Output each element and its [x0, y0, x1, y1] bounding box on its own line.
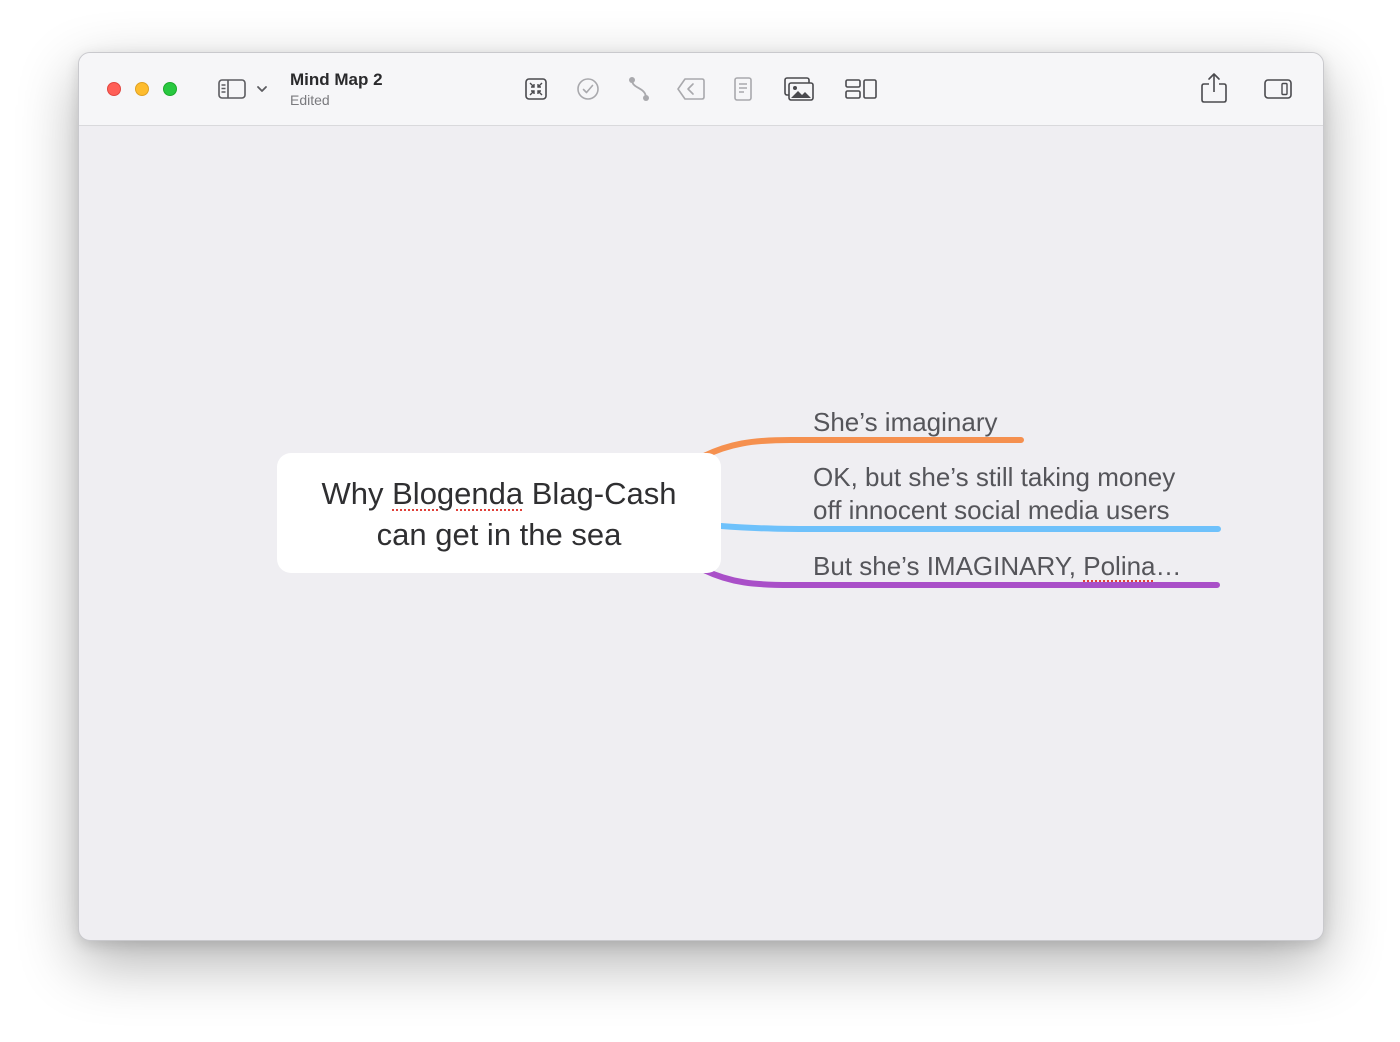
branch-line-1 — [701, 437, 1024, 459]
inspector-icon[interactable] — [1264, 79, 1292, 99]
toolbar: Mind Map 2 Edited — [79, 53, 1323, 126]
central-topic-node[interactable]: Why Blogenda Blag-Cash can get in the se… — [277, 453, 721, 573]
share-icon[interactable] — [1200, 72, 1228, 104]
image-icon[interactable] — [783, 76, 815, 102]
sidebar-icon[interactable] — [218, 79, 246, 99]
notes-icon[interactable] — [733, 76, 753, 102]
branch-topic-3-misspelled-word: Polina — [1083, 551, 1156, 581]
chevron-down-icon[interactable] — [256, 84, 268, 94]
branch-topic-2-line-2: off innocent social media users — [813, 495, 1170, 525]
document-title[interactable]: Mind Map 2 — [290, 70, 383, 90]
central-topic-line-2: can get in the sea — [376, 517, 622, 552]
branch-topic-1-text: She’s imaginary — [813, 407, 998, 437]
outline-icon[interactable] — [844, 78, 878, 100]
app-window: Mind Map 2 Edited Why Blogenda Blag-Cash… — [78, 52, 1324, 941]
focus-icon[interactable] — [524, 77, 548, 101]
central-topic-text-a: Why — [321, 476, 393, 511]
mindmap-canvas[interactable]: Why Blogenda Blag-Cash can get in the se… — [79, 126, 1323, 940]
branch-topic-2[interactable]: OK, but she’s still taking money off inn… — [813, 461, 1175, 527]
document-status: Edited — [290, 92, 330, 108]
branch-topic-3-text-b: … — [1155, 551, 1182, 581]
maximize-window-button[interactable] — [163, 82, 177, 96]
connection-icon[interactable] — [627, 75, 653, 103]
collapse-icon[interactable] — [676, 77, 706, 101]
branch-topic-3-text-a: But she’s IMAGINARY, — [813, 551, 1084, 581]
branch-topic-2-line-1: OK, but she’s still taking money — [813, 462, 1176, 492]
central-topic-text-b: Blag-Cash — [523, 476, 677, 511]
close-window-button[interactable] — [107, 82, 121, 96]
central-topic-misspelled-word: Blogenda — [392, 476, 524, 511]
minimize-window-button[interactable] — [135, 82, 149, 96]
branch-topic-3[interactable]: But she’s IMAGINARY, Polina… — [813, 550, 1182, 583]
branch-topic-1[interactable]: She’s imaginary — [813, 406, 998, 439]
task-checkmark-icon[interactable] — [576, 77, 600, 101]
